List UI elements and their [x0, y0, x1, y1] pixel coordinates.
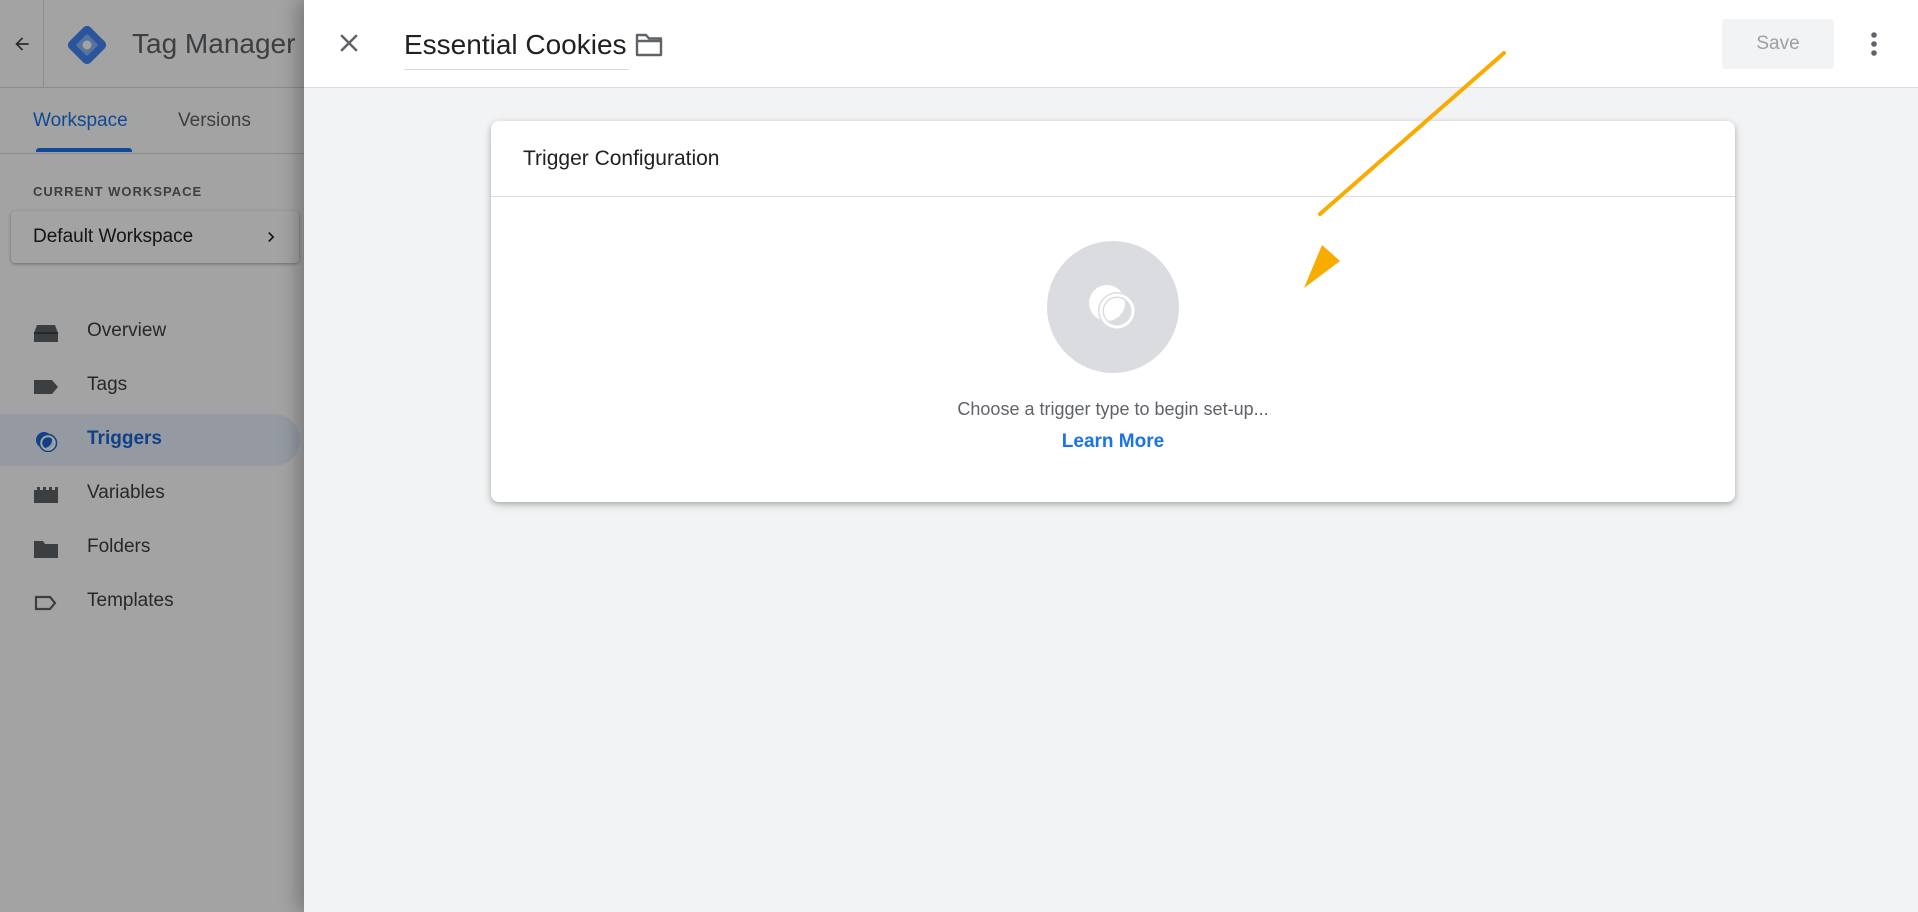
close-icon[interactable] [334, 28, 364, 58]
trigger-prompt: Choose a trigger type to begin set-up... [957, 399, 1269, 419]
trigger-type-icon [1089, 285, 1136, 330]
learn-more-wrapper: Learn More [491, 431, 1735, 453]
trigger-name: Essential Cookies [404, 29, 627, 60]
trigger-editor-sheet: Essential Cookies Save Trigger Configura… [304, 0, 1918, 912]
choose-trigger-type-button[interactable] [1047, 241, 1179, 373]
card-divider [491, 196, 1735, 197]
trigger-name-field[interactable]: Essential Cookies [404, 26, 629, 70]
more-vert-icon[interactable] [1864, 28, 1884, 60]
save-button[interactable]: Save [1722, 19, 1834, 69]
trigger-configuration-card[interactable]: Trigger Configuration Choose a trigger t… [491, 121, 1735, 502]
folder-outline-icon[interactable] [634, 31, 664, 59]
editor-header: Essential Cookies Save [304, 0, 1918, 88]
card-title: Trigger Configuration [523, 147, 720, 170]
learn-more-link[interactable]: Learn More [1062, 431, 1164, 452]
